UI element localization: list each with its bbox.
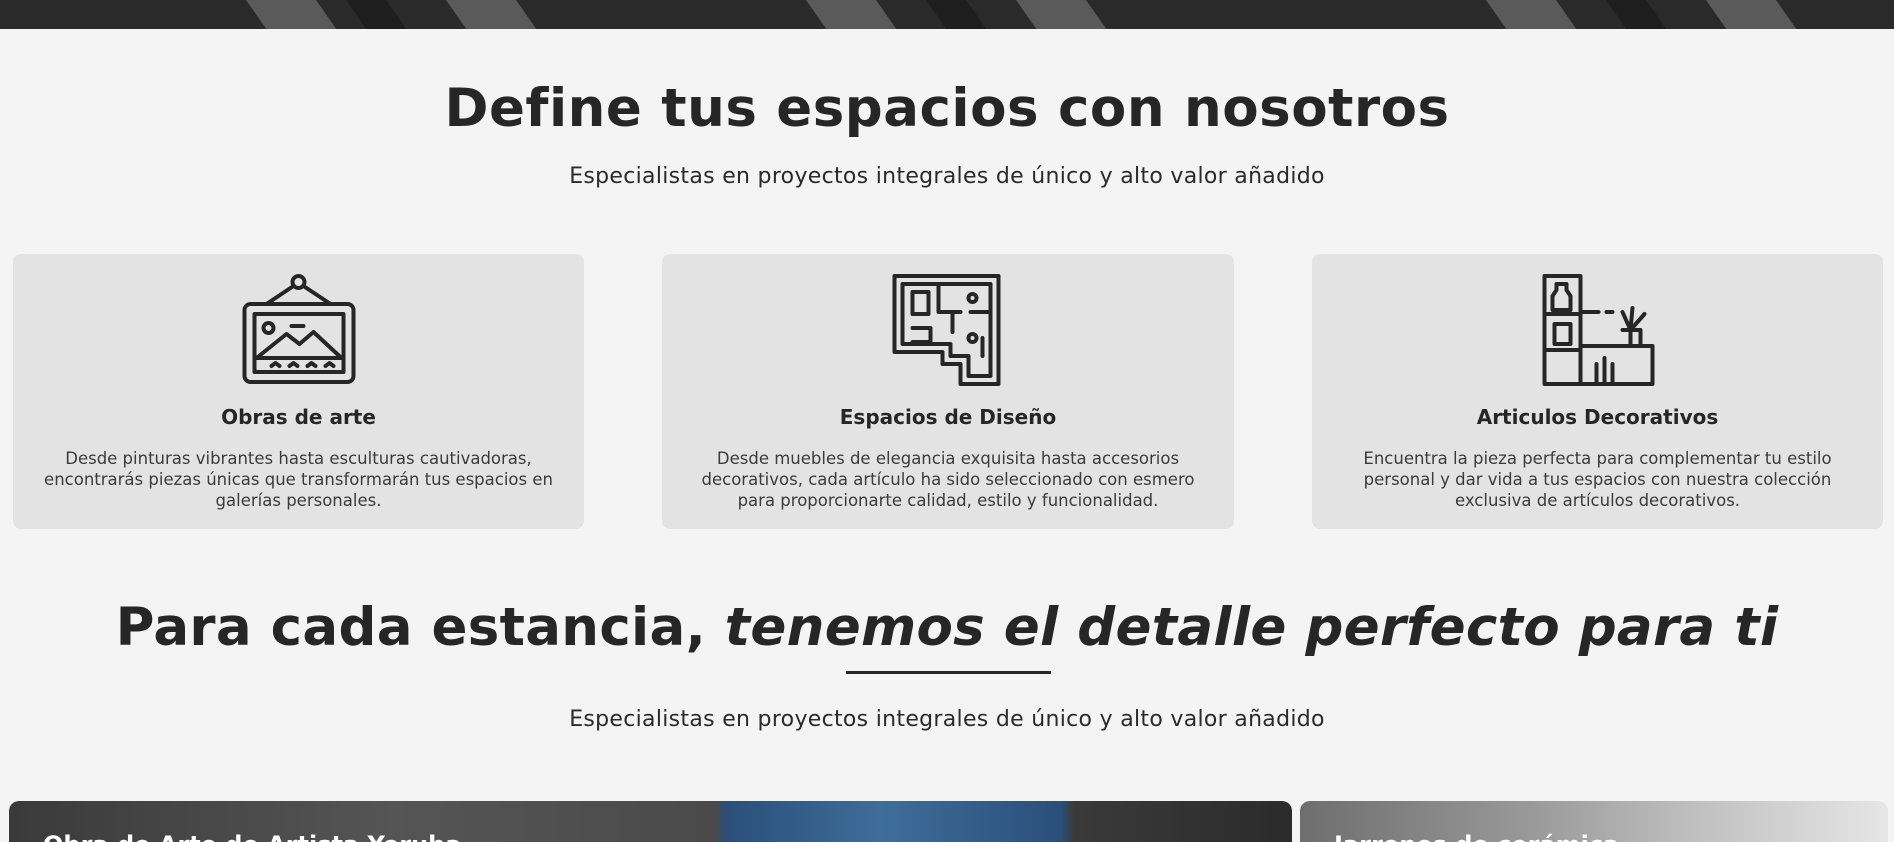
- floor-plan-icon: [892, 274, 1001, 386]
- service-card-art[interactable]: Obras de arte Desde pinturas vibrantes h…: [13, 254, 584, 529]
- card-title: Espacios de Diseño: [839, 405, 1057, 429]
- gallery-card-artwork[interactable]: Obra de Arte de Artista Yoruba: [9, 801, 1292, 842]
- hero-band: [777, 0, 933, 29]
- gallery-card-vases[interactable]: Jarrones de cerámica: [1300, 801, 1888, 842]
- hero-image-strip: [0, 0, 1894, 29]
- section-title: Define tus espacios con nosotros: [444, 78, 1450, 139]
- card-description: Encuentra la pieza perfecta para complem…: [1363, 449, 1832, 510]
- section-subtitle: Especialistas en proyectos integrales de…: [569, 164, 1325, 189]
- card-description: Desde pinturas vibrantes hasta escultura…: [44, 449, 553, 510]
- hero-band: [1577, 0, 1703, 29]
- hero-band: [1677, 0, 1833, 29]
- hero-band: [897, 0, 1023, 29]
- section-subtitle: Especialistas en proyectos integrales de…: [569, 707, 1325, 732]
- card-title: Articulos Decorativos: [1476, 405, 1719, 429]
- hero-band: [1457, 0, 1613, 29]
- framed-picture-icon: [242, 274, 355, 384]
- shelf-decor-icon: [1542, 274, 1654, 386]
- hero-band: [417, 0, 573, 29]
- hero-band: [987, 0, 1143, 29]
- service-card-decor[interactable]: Articulos Decorativos Encuentra la pieza…: [1312, 254, 1883, 529]
- title-italic: tenemos el detalle perfecto para ti: [724, 597, 1779, 658]
- hero-band: [317, 0, 443, 29]
- card-title: Obras de arte: [221, 405, 376, 429]
- title-plain: Para cada estancia,: [115, 597, 725, 658]
- title-underline: [846, 671, 1051, 674]
- service-card-design[interactable]: Espacios de Diseño Desde muebles de eleg…: [662, 254, 1234, 529]
- gallery-card-label: Obra de Arte de Artista Yoruba: [43, 831, 462, 842]
- card-description: Desde muebles de elegancia exquisita has…: [701, 449, 1195, 510]
- section-title: Para cada estancia, tenemos el detalle p…: [0, 597, 1894, 658]
- gallery-card-label: Jarrones de cerámica: [1334, 831, 1619, 842]
